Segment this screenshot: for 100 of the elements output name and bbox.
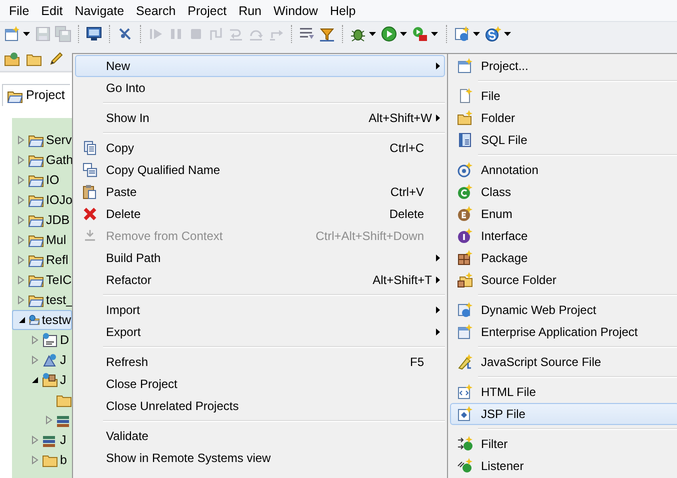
sql-file-icon bbox=[457, 132, 473, 148]
collapsed-arrow-icon[interactable] bbox=[16, 135, 26, 145]
menu-item[interactable]: Annotation bbox=[450, 159, 677, 181]
menu[interactable]: Project bbox=[182, 0, 233, 20]
expanded-arrow-icon[interactable] bbox=[30, 375, 40, 385]
delete-icon bbox=[82, 206, 98, 222]
menu[interactable]: Edit bbox=[35, 0, 69, 20]
tree-item[interactable]: D bbox=[60, 330, 70, 350]
resources-icon bbox=[42, 352, 58, 368]
menu-item[interactable]: Filter bbox=[450, 433, 677, 455]
shortcut-text: Ctrl+V bbox=[390, 184, 425, 201]
html-file-icon bbox=[457, 384, 473, 400]
menu-item[interactable]: Copy Qualified Name bbox=[75, 159, 445, 181]
menu-item[interactable]: Build Path bbox=[75, 247, 445, 269]
expanded-arrow-icon[interactable] bbox=[17, 315, 27, 325]
copy-icon bbox=[82, 140, 98, 156]
filter-icon[interactable] bbox=[319, 26, 335, 42]
menu[interactable]: File bbox=[3, 0, 36, 20]
menu-item[interactable]: Close Unrelated Projects bbox=[75, 395, 445, 417]
tree-item[interactable]: J bbox=[60, 370, 66, 390]
tree-item[interactable]: Gath bbox=[46, 150, 74, 170]
menu-item[interactable]: Package bbox=[450, 247, 677, 269]
collapsed-arrow-icon[interactable] bbox=[16, 275, 26, 285]
tree-item[interactable]: test_ bbox=[46, 290, 74, 310]
tree-item[interactable]: TeIC bbox=[46, 270, 72, 290]
collapsed-arrow-icon[interactable] bbox=[44, 415, 54, 425]
tree-item[interactable]: IOJo bbox=[46, 190, 72, 210]
class-icon bbox=[457, 184, 473, 200]
shortcut-text: Ctrl+Alt+Shift+Down bbox=[316, 228, 425, 245]
menu-item[interactable]: File bbox=[450, 85, 677, 107]
new-file-icon bbox=[457, 88, 473, 104]
collapsed-arrow-icon[interactable] bbox=[30, 355, 40, 365]
web-project-icon bbox=[457, 302, 473, 318]
menu-item[interactable]: Delete Delete bbox=[75, 203, 445, 225]
menu-item[interactable]: Interface bbox=[450, 225, 677, 247]
menu-item[interactable]: Copy Ctrl+C bbox=[75, 137, 445, 159]
menu[interactable]: Search bbox=[130, 0, 182, 20]
run-icon[interactable] bbox=[381, 26, 397, 42]
menu-item[interactable]: Listener bbox=[450, 455, 677, 477]
tree-item[interactable]: Mul bbox=[46, 230, 66, 250]
menu-item[interactable]: New bbox=[75, 55, 445, 77]
menu-item[interactable]: JavaScript Source File bbox=[450, 351, 677, 373]
tree-item[interactable]: Serv bbox=[46, 130, 72, 150]
menu-item[interactable]: Show in Remote Systems view bbox=[75, 447, 445, 469]
menu[interactable]: Navigate bbox=[68, 0, 130, 20]
new-web-page-icon[interactable] bbox=[454, 26, 470, 42]
menu-item[interactable]: Refactor Alt+Shift+T bbox=[75, 269, 445, 291]
folder-icon bbox=[42, 372, 58, 388]
menu-item[interactable]: Source Folder bbox=[450, 269, 677, 291]
new-server-icon[interactable] bbox=[485, 26, 501, 42]
menu-item[interactable]: HTML File bbox=[450, 381, 677, 403]
menu-item[interactable]: Enum bbox=[450, 203, 677, 225]
menu[interactable]: Run bbox=[232, 0, 268, 20]
tree-item[interactable]: J bbox=[60, 350, 66, 370]
menu-item[interactable]: SQL File bbox=[450, 129, 677, 151]
javascript-file-icon bbox=[457, 354, 473, 370]
collapsed-arrow-icon[interactable] bbox=[16, 175, 26, 185]
menu[interactable]: Window bbox=[268, 0, 324, 20]
tree-item[interactable]: JDB bbox=[46, 210, 70, 230]
menu-item[interactable]: Paste Ctrl+V bbox=[75, 181, 445, 203]
enum-icon bbox=[457, 206, 473, 222]
menu[interactable]: Help bbox=[324, 0, 362, 20]
monitor-icon[interactable] bbox=[86, 26, 102, 42]
menu-item[interactable]: Go Into bbox=[75, 77, 445, 99]
tree-item[interactable]: IO bbox=[46, 170, 60, 190]
collapsed-arrow-icon[interactable] bbox=[30, 455, 40, 465]
collapsed-arrow-icon[interactable] bbox=[16, 255, 26, 265]
collapsed-arrow-icon[interactable] bbox=[16, 215, 26, 225]
run-external-icon[interactable] bbox=[412, 26, 428, 42]
menu-item[interactable]: JSP File bbox=[450, 403, 677, 425]
menu-item[interactable]: Import bbox=[75, 299, 445, 321]
collapsed-arrow-icon[interactable] bbox=[16, 235, 26, 245]
collapsed-arrow-icon[interactable] bbox=[30, 435, 40, 445]
package-icon bbox=[457, 250, 473, 266]
jsp-file-icon bbox=[457, 406, 473, 422]
paste-icon bbox=[82, 184, 98, 200]
menu-item[interactable]: Refresh F5 bbox=[75, 351, 445, 373]
view-tab[interactable]: Project bbox=[2, 84, 70, 106]
menu-item[interactable]: Folder bbox=[450, 107, 677, 129]
tree-item[interactable]: Refl bbox=[46, 250, 68, 270]
pencil-icon[interactable] bbox=[48, 50, 64, 66]
menu-item[interactable]: Validate bbox=[75, 425, 445, 447]
tree-item[interactable]: b bbox=[60, 450, 67, 470]
menu-item[interactable]: Dynamic Web Project bbox=[450, 299, 677, 321]
menu-item[interactable]: Export bbox=[75, 321, 445, 343]
menu-item[interactable]: Close Project bbox=[75, 373, 445, 395]
menu-item[interactable]: Class bbox=[450, 181, 677, 203]
collapsed-arrow-icon[interactable] bbox=[16, 155, 26, 165]
tree-item[interactable]: J bbox=[60, 430, 66, 450]
collapsed-arrow-icon[interactable] bbox=[30, 335, 40, 345]
tree-item[interactable]: testw bbox=[12, 310, 72, 330]
menu-item[interactable]: Project... bbox=[450, 55, 677, 77]
collapsed-arrow-icon[interactable] bbox=[16, 195, 26, 205]
menu-item[interactable]: Show In Alt+Shift+W bbox=[75, 107, 445, 129]
folder-icon[interactable] bbox=[4, 50, 20, 66]
copy-icon bbox=[82, 162, 98, 178]
new-window-icon[interactable] bbox=[4, 26, 20, 42]
collapsed-arrow-icon[interactable] bbox=[16, 295, 26, 305]
menu-item[interactable]: Enterprise Application Project bbox=[450, 321, 677, 343]
annotation-icon bbox=[457, 162, 473, 178]
